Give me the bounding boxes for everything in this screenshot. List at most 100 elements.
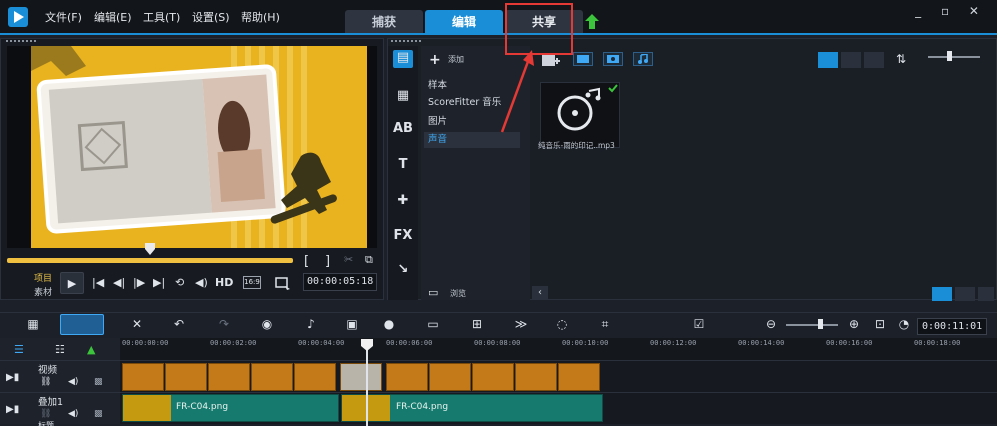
video-clip[interactable] [429, 363, 471, 391]
filter-icon[interactable]: FX [393, 228, 413, 246]
crop-icon[interactable] [275, 276, 291, 292]
view-list-button[interactable] [841, 52, 861, 68]
mask-creator-icon[interactable]: ◌ [553, 317, 571, 335]
zoom-in-icon[interactable]: ⊕ [847, 317, 861, 335]
thumbnail-size-slider[interactable] [928, 56, 980, 58]
ruler-tick: 00:00:04:00 [298, 339, 345, 347]
track-ripple-icon[interactable]: ▩ [94, 377, 103, 387]
timeline-timecode[interactable]: 0:00:11:01 [917, 318, 987, 335]
video-clip[interactable] [386, 363, 428, 391]
video-clip[interactable] [558, 363, 600, 391]
ruler-tick: 00:00:08:00 [474, 339, 521, 347]
add-folder-label[interactable]: 添加 [448, 54, 464, 65]
import-media-icon[interactable] [542, 53, 560, 67]
layout-button-2[interactable] [955, 287, 975, 301]
menu-edit[interactable]: 编辑(E) [94, 9, 132, 25]
mark-in-icon[interactable]: [ [304, 254, 309, 269]
view-thumbnail-button[interactable] [818, 52, 838, 68]
video-clip[interactable] [294, 363, 336, 391]
view-grid-button[interactable] [864, 52, 884, 68]
mark-out-icon[interactable]: ] [325, 254, 330, 269]
layout-button-3[interactable] [978, 287, 994, 301]
window-controls[interactable]: _ ▫ ✕ [915, 4, 987, 18]
aspect-ratio-button[interactable]: 16:9 [243, 276, 261, 289]
track-ripple-icon[interactable]: ▩ [94, 409, 103, 419]
media-icon[interactable]: ▤ [393, 50, 413, 68]
pan-zoom-icon[interactable]: ⌗ [596, 317, 614, 335]
link-icon[interactable]: ⛓ [40, 377, 51, 387]
subtitle-editor-icon[interactable]: ▭ [424, 317, 442, 335]
video-clip[interactable] [208, 363, 250, 391]
playhead-line[interactable] [366, 339, 368, 426]
video-clip[interactable] [122, 363, 164, 391]
collapse-panel-button[interactable]: ‹ [532, 286, 548, 300]
track-volume-icon[interactable]: ◀) [68, 409, 78, 419]
chapter-marker-icon[interactable]: ▲ [87, 343, 95, 356]
track-volume-icon[interactable]: ◀) [68, 377, 78, 387]
tools-icon[interactable]: ✕ [128, 317, 146, 335]
fit-project-icon[interactable]: ⊡ [873, 317, 887, 335]
timeline-view-icon[interactable]: ▦ [22, 317, 44, 335]
preview-timecode[interactable]: 00:00:05:18 [303, 273, 377, 291]
edit-check-icon[interactable]: ☑ [690, 317, 708, 335]
browse-icon[interactable]: ▭ [428, 286, 438, 299]
previous-frame-icon[interactable]: ◀| [113, 276, 125, 289]
zoom-out-icon[interactable]: ⊖ [764, 317, 778, 335]
motion-tracking-icon[interactable]: ● [380, 317, 398, 335]
scrub-bar[interactable] [7, 258, 293, 263]
tab-capture[interactable]: 捕获 [345, 10, 423, 34]
multi-camera-icon[interactable]: ⊞ [468, 317, 486, 335]
enlarge-preview-icon[interactable]: ⧉ [365, 253, 373, 267]
music-disc-icon [557, 84, 618, 131]
clip-mode-label[interactable]: 素材 [34, 285, 52, 298]
video-clip[interactable] [251, 363, 293, 391]
undo-icon[interactable]: ↶ [170, 317, 188, 335]
path-icon[interactable]: ↘ [393, 262, 413, 280]
video-clip[interactable] [515, 363, 557, 391]
timeline-zoom-slider[interactable] [786, 324, 838, 326]
time-remapping-icon[interactable]: ≫ [512, 317, 530, 335]
track-manager-icon[interactable]: ☰ [14, 343, 24, 356]
menu-settings[interactable]: 设置(S) [192, 9, 230, 25]
timeline-zoom-knob[interactable] [818, 319, 823, 329]
project-mode-label[interactable]: 项目 [34, 271, 52, 284]
graphics-icon[interactable]: ✚ [393, 193, 413, 211]
menu-tools[interactable]: 工具(T) [143, 9, 180, 25]
transition-icon[interactable]: AB [393, 121, 413, 139]
sound-mixer-icon[interactable]: ♪ [302, 317, 320, 335]
menu-help[interactable]: 帮助(H) [241, 9, 280, 25]
video-clip[interactable] [472, 363, 514, 391]
menu-file[interactable]: 文件(F) [45, 9, 82, 25]
volume-icon[interactable]: ◀) [195, 276, 208, 289]
photo-filter-icon [607, 55, 619, 63]
scrub-handle[interactable] [145, 243, 155, 255]
sort-icon[interactable]: ⇅ [896, 52, 906, 66]
thumbnail-size-knob[interactable] [947, 51, 952, 61]
tab-edit[interactable]: 编辑 [425, 10, 503, 34]
hd-toggle[interactable]: HD [215, 276, 233, 289]
storyboard-view-button[interactable] [60, 314, 104, 335]
playhead-handle[interactable] [361, 339, 373, 351]
link-icon[interactable]: ⛓ [40, 409, 51, 419]
play-button[interactable]: ▶ [60, 272, 84, 294]
instant-project-icon[interactable]: ▦ [393, 88, 413, 106]
panel-grip[interactable] [6, 40, 36, 43]
go-to-end-icon[interactable]: ▶| [153, 276, 165, 289]
upload-icon[interactable] [585, 14, 599, 30]
panel-grip[interactable] [391, 40, 421, 43]
scissors-icon[interactable]: ✂ [344, 253, 353, 266]
redo-icon[interactable]: ↷ [215, 317, 233, 335]
auto-music-icon[interactable]: ▣ [343, 317, 361, 335]
add-icon[interactable]: + [429, 52, 441, 68]
record-capture-icon[interactable]: ◉ [258, 317, 276, 335]
layout-button-1[interactable] [932, 287, 952, 301]
repeat-icon[interactable]: ⟲ [175, 276, 184, 289]
browse-label[interactable]: 浏览 [450, 288, 466, 299]
video-clip[interactable] [340, 363, 382, 391]
next-frame-icon[interactable]: |▶ [133, 276, 145, 289]
go-to-start-icon[interactable]: |◀ [92, 276, 104, 289]
video-clip[interactable] [165, 363, 207, 391]
add-chapter-icon[interactable]: ☷ [55, 343, 65, 356]
audio-thumbnail[interactable] [540, 82, 620, 148]
title-icon[interactable]: T [393, 157, 413, 175]
